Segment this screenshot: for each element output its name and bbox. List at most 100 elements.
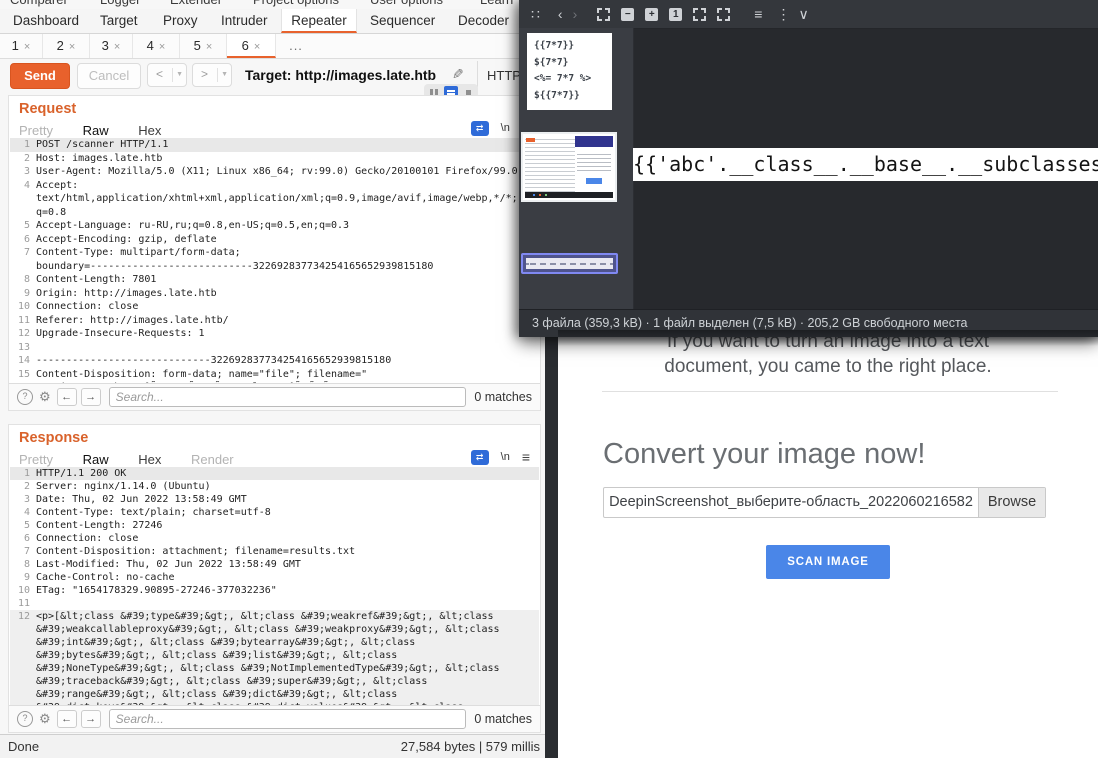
show-newlines-toggle[interactable]: \n [501, 451, 510, 463]
viewer-status-bar: 3 файла (359,3 kB) · 1 файл выделен (7,5… [519, 309, 1098, 337]
close-tab-icon[interactable]: × [206, 41, 212, 53]
send-button[interactable]: Send [10, 63, 70, 89]
top-tab-extender[interactable]: Extender [170, 0, 222, 7]
repeater-tab-bar: 1×2×3×4×5×6×... [0, 34, 549, 59]
response-panel: Response Pretty Raw Hex Render ⇄ \n ≡ 1H… [8, 424, 541, 733]
viewed-image-text: {{'abc'.__class__.__base__.__subclasses_… [633, 152, 1098, 176]
code-line: text/html,application/xhtml+xml,applicat… [10, 192, 539, 206]
tab-pretty[interactable]: Pretty [19, 452, 53, 467]
top-tab-learn[interactable]: Learn [480, 0, 513, 7]
word-wrap-icon[interactable]: ⇄ [471, 121, 489, 136]
top-tab-comparer[interactable]: Comparer [10, 0, 68, 7]
next-match-button[interactable]: → [81, 710, 101, 728]
cancel-button[interactable]: Cancel [77, 63, 141, 89]
tab-proxy[interactable]: Proxy [163, 9, 198, 33]
top-tab-logger[interactable]: Logger [100, 0, 140, 7]
back-icon[interactable]: ‹ [558, 0, 563, 28]
code-line: 6Accept-Encoding: gzip, deflate [10, 233, 539, 247]
code-line: 14-----------------------------322692837… [10, 354, 539, 368]
tab-pretty[interactable]: Pretty [19, 123, 53, 138]
history-back-button[interactable]: < ▼ [147, 63, 187, 87]
code-line: 8Last-Modified: Thu, 02 Jun 2022 13:58:4… [10, 558, 539, 571]
file-upload-input[interactable]: DeepinScreenshot_выберите-область_202206… [603, 487, 1046, 518]
tab-hex[interactable]: Hex [138, 452, 161, 467]
search-input[interactable] [109, 387, 467, 407]
fullscreen-icon[interactable] [717, 8, 730, 21]
zoom-in-icon[interactable]: + [645, 8, 658, 21]
next-match-button[interactable]: → [81, 388, 101, 406]
close-tab-icon[interactable]: × [24, 41, 30, 53]
response-editor[interactable]: 1HTTP/1.1 200 OK2Server: nginx/1.14.0 (U… [10, 467, 539, 707]
code-line: 1POST /scanner HTTP/1.1 [10, 138, 539, 152]
help-icon[interactable]: ? [17, 711, 33, 727]
browser-window: If you want to turn an image into a text… [545, 330, 1098, 758]
repeater-tab-1[interactable]: 1× [0, 34, 43, 58]
show-newlines-toggle[interactable]: \n [501, 122, 510, 134]
code-line: 1HTTP/1.1 200 OK [10, 467, 539, 480]
code-line: 12<p>[&lt;class &#39;type&#39;&gt;, &lt;… [10, 610, 539, 623]
repeater-tab-6[interactable]: 6× [227, 34, 276, 58]
expand-icon[interactable]: ∨ [798, 0, 808, 28]
code-line: 13 [10, 341, 539, 355]
scan-image-button[interactable]: SCAN IMAGE [766, 545, 890, 579]
edit-target-icon[interactable]: ✎ [452, 66, 464, 83]
grid-view-icon[interactable]: ∷ [531, 0, 540, 28]
forward-icon[interactable]: › [573, 0, 578, 28]
top-tab-project-options[interactable]: Project options [253, 0, 339, 7]
search-input[interactable] [109, 709, 467, 729]
help-icon[interactable]: ? [17, 389, 33, 405]
gear-icon[interactable]: ⚙ [39, 389, 51, 405]
dropdown-caret-icon[interactable]: ▼ [176, 71, 183, 78]
tab-sequencer[interactable]: Sequencer [370, 9, 435, 33]
burp-main-tab-bar: Dashboard Target Proxy Intruder Repeater Sequ… [0, 9, 549, 34]
dropdown-caret-icon[interactable]: ▼ [221, 71, 228, 78]
response-search-bar: ? ⚙ ← → 0 matches [9, 705, 540, 732]
zoom-out-icon[interactable]: − [621, 8, 634, 21]
tab-hex[interactable]: Hex [138, 123, 161, 138]
code-line: 2Server: nginx/1.14.0 (Ubuntu) [10, 480, 539, 493]
gear-icon[interactable]: ⚙ [39, 711, 51, 727]
match-count: 0 matches [474, 712, 532, 726]
payload-line: ${{7*7}} [534, 88, 612, 105]
actual-size-icon[interactable]: 1 [669, 8, 682, 21]
repeater-tab-5[interactable]: 5× [180, 34, 227, 58]
match-count: 0 matches [474, 390, 532, 404]
divider [477, 61, 478, 87]
repeater-tab-2[interactable]: 2× [43, 34, 90, 58]
close-tab-icon[interactable]: × [159, 41, 165, 53]
close-tab-icon[interactable]: × [69, 41, 75, 53]
history-forward-button[interactable]: > ▼ [192, 63, 232, 87]
browse-button[interactable]: Browse [978, 488, 1045, 517]
viewed-image-canvas: {{'abc'.__class__.__base__.__subclasses_… [633, 148, 1098, 181]
code-line: boundary=---------------------------3226… [10, 260, 539, 274]
repeater-tab-4[interactable]: 4× [133, 34, 180, 58]
prev-match-button[interactable]: ← [57, 710, 77, 728]
prev-match-button[interactable]: ← [57, 388, 77, 406]
ssti-payload-thumbnail[interactable]: {{7*7}}${7*7}<%= 7*7 %>${{7*7}} [527, 33, 612, 110]
editor-menu-icon[interactable]: ≡ [522, 449, 530, 465]
top-tab-user-options[interactable]: User options [370, 0, 443, 7]
more-options-icon[interactable]: ⋮ [776, 0, 790, 28]
code-line: 3User-Agent: Mozilla/5.0 (X11; Linux x86… [10, 165, 539, 179]
thumbnails-icon[interactable]: ≡ [754, 0, 762, 28]
word-wrap-icon[interactable]: ⇄ [471, 450, 489, 465]
selection-frame-icon[interactable] [597, 8, 610, 21]
code-line: 5Content-Length: 27246 [10, 519, 539, 532]
tab-dashboard[interactable]: Dashboard [13, 9, 79, 33]
convert-heading: Convert your image now! [603, 438, 925, 471]
close-tab-icon[interactable]: × [254, 41, 260, 53]
tab-target[interactable]: Target [100, 9, 138, 33]
payload-line: {{7*7}} [534, 38, 612, 55]
screenshot-thumbnail[interactable] [521, 132, 617, 202]
request-editor[interactable]: 1POST /scanner HTTP/1.12Host: images.lat… [10, 138, 539, 385]
code-line: 5Accept-Language: ru-RU,ru;q=0.8,en-US;q… [10, 219, 539, 233]
tab-repeater[interactable]: Repeater [281, 9, 357, 33]
tab-render[interactable]: Render [191, 452, 234, 467]
tab-decoder[interactable]: Decoder [458, 9, 509, 33]
repeater-tab-overflow[interactable]: ... [276, 34, 316, 58]
close-tab-icon[interactable]: × [114, 41, 120, 53]
selected-payload-thumbnail[interactable] [521, 253, 618, 274]
repeater-tab-3[interactable]: 3× [90, 34, 133, 58]
fit-window-icon[interactable] [693, 8, 706, 21]
tab-intruder[interactable]: Intruder [221, 9, 268, 33]
